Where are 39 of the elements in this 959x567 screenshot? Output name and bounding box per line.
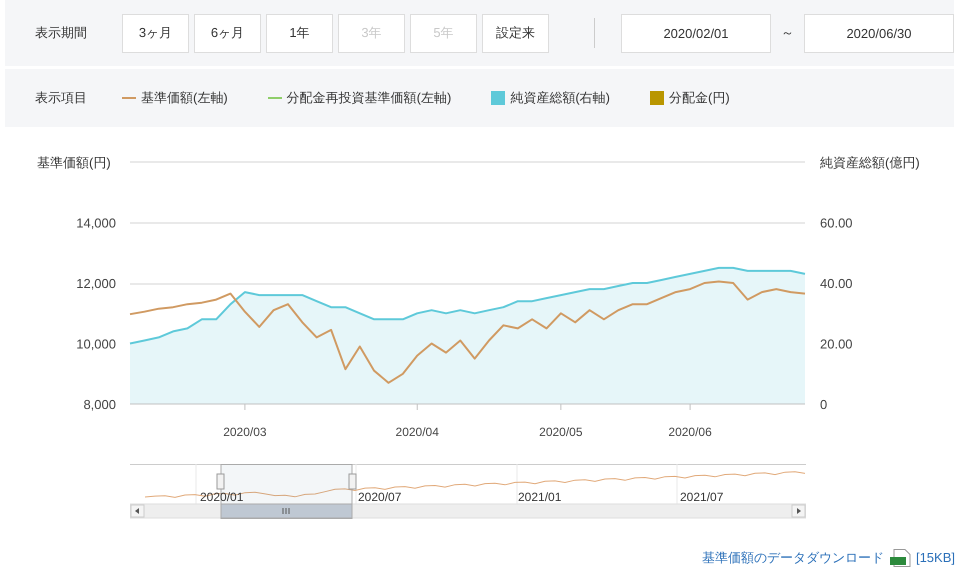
timeline-label: 2021/07 bbox=[680, 491, 724, 503]
left-arrow-button[interactable] bbox=[130, 504, 144, 518]
legend-item[interactable]: 基準価額(左軸) bbox=[141, 88, 228, 108]
period-button[interactable]: 6ヶ月 bbox=[194, 14, 261, 52]
legend-item[interactable]: 純資産総額(右軸) bbox=[510, 88, 610, 108]
tick-label: 60.00 bbox=[820, 216, 853, 230]
period-label: 表示期間 bbox=[35, 24, 88, 42]
right-arrow-button[interactable] bbox=[792, 504, 806, 518]
legend-item[interactable]: 分配金再投資基準価額(左軸) bbox=[286, 88, 452, 108]
tick-label: 40.00 bbox=[820, 276, 853, 291]
tick-label: 0 bbox=[820, 397, 828, 412]
tick-label: 2020/05 bbox=[539, 425, 583, 439]
tick-label: 8,000 bbox=[83, 397, 116, 412]
range-handle[interactable] bbox=[348, 474, 356, 490]
tick-label: 2020/06 bbox=[668, 425, 712, 439]
axis-title: 基準価額(円) bbox=[37, 155, 111, 170]
range-handle[interactable] bbox=[216, 474, 224, 490]
file-size: [15KB] bbox=[916, 549, 955, 567]
tick-label: 12,000 bbox=[76, 276, 116, 291]
scrollbar-thumb[interactable] bbox=[220, 504, 352, 518]
legend-label: 表示項目 bbox=[35, 89, 88, 108]
grip-icon bbox=[282, 508, 290, 514]
timeline-label: 2020/01 bbox=[200, 491, 244, 503]
end-date-field[interactable]: 2020/06/30 bbox=[804, 14, 954, 52]
download-link[interactable]: 基準価額のデータダウンロード bbox=[702, 548, 884, 567]
tick-label: 2020/04 bbox=[396, 425, 439, 439]
period-button[interactable]: 設定来 bbox=[482, 14, 549, 52]
range-separator: ～ bbox=[780, 24, 795, 42]
timeline-label: 2021/01 bbox=[518, 491, 562, 503]
start-date-field[interactable]: 2020/02/01 bbox=[621, 14, 771, 52]
period-button[interactable]: 1年 bbox=[266, 14, 333, 52]
axis-title: 純資産総額(億円) bbox=[820, 155, 920, 170]
timeline-label: 2020/07 bbox=[358, 491, 402, 503]
tick-label: 20.00 bbox=[820, 336, 853, 352]
tick-label: 2020/03 bbox=[223, 425, 267, 439]
period-button[interactable]: 3ヶ月 bbox=[122, 14, 189, 52]
legend-item[interactable]: 分配金(円) bbox=[669, 88, 730, 108]
tick-label: 14,000 bbox=[76, 216, 116, 230]
tick-label: 10,000 bbox=[76, 336, 116, 352]
